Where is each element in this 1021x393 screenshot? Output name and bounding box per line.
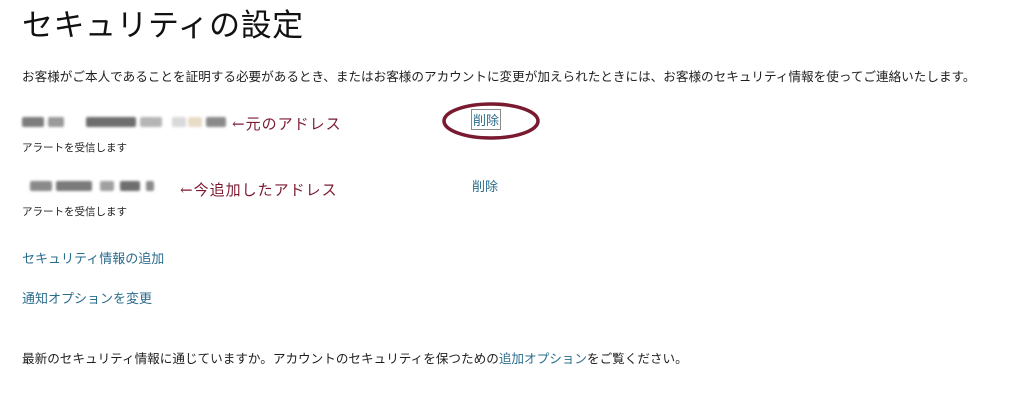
footer-text: 最新のセキュリティ情報に通じていますか。アカウントのセキュリティを保つための追加…	[22, 348, 688, 367]
additional-options-link[interactable]: 追加オプション	[499, 351, 587, 366]
security-info-value-2	[22, 181, 162, 195]
annotation-original-address: ←元のアドレス	[232, 115, 342, 133]
security-info-value-1	[22, 117, 232, 131]
intro-text: お客様がご本人であることを証明する必要があるとき、またはお客様のアカウントに変更…	[22, 69, 976, 84]
add-security-info-link[interactable]: セキュリティ情報の追加	[22, 248, 164, 267]
footer-text-before: 最新のセキュリティ情報に通じていますか。アカウントのセキュリティを保つための	[22, 351, 499, 366]
footer-text-after: をご覧ください。	[586, 351, 688, 366]
delete-button-2[interactable]: 削除	[472, 176, 498, 195]
delete-button-1[interactable]: 削除	[470, 109, 502, 130]
annotation-added-address: ←今追加したアドレス	[180, 181, 338, 199]
entry-status-2: アラートを受信します	[22, 206, 127, 218]
change-notification-options-link[interactable]: 通知オプションを変更	[22, 288, 152, 307]
entry-status-1: アラートを受信します	[22, 142, 127, 154]
page-title: セキュリティの設定	[22, 8, 304, 44]
